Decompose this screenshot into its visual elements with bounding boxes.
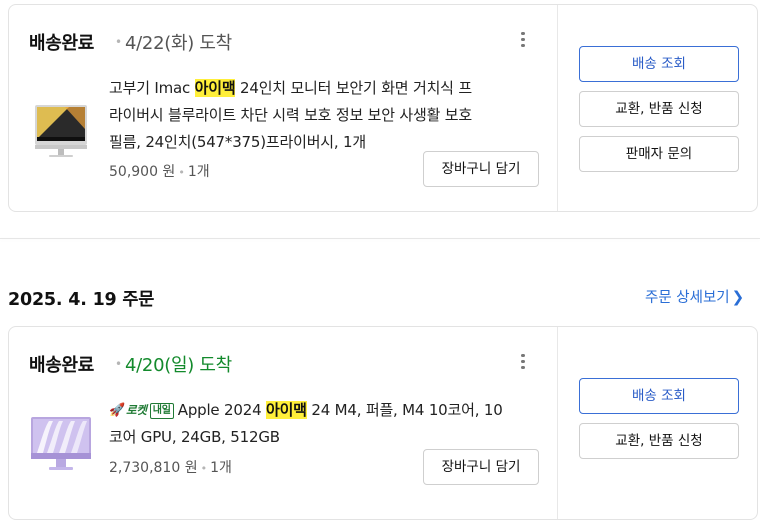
exchange-return-button[interactable]: 교환, 반품 신청 bbox=[579, 423, 739, 459]
separator-dot: • bbox=[115, 357, 123, 371]
delivery-status: 배송완료 bbox=[29, 355, 95, 376]
chevron-right-icon: ❯ bbox=[731, 288, 745, 306]
track-delivery-button[interactable]: 배송 조회 bbox=[579, 46, 739, 82]
product-thumbnail[interactable] bbox=[29, 413, 93, 477]
order-card: 배송완료 • 4/20(일) 도착 🚀 로켓 내일 Apple 2024 아이맥 24… bbox=[8, 326, 758, 520]
card-divider bbox=[557, 327, 558, 519]
add-to-cart-button[interactable]: 장바구니 담기 bbox=[423, 151, 539, 187]
rocket-icon: 🚀 bbox=[109, 403, 125, 418]
section-divider bbox=[0, 238, 760, 239]
rocket-delivery-badge: 🚀 로켓 내일 bbox=[109, 397, 174, 424]
order-detail-link[interactable]: 주문 상세보기 ❯ bbox=[645, 286, 744, 307]
arrival-date: 4/20(일) 도착 bbox=[125, 355, 232, 376]
product-title[interactable]: 고부기 Imac 아이맥 24인치 모니터 보안기 화면 거치식 프 라이버시 … bbox=[109, 75, 472, 156]
product-quantity: 1개 bbox=[187, 164, 210, 180]
order-card: 배송완료 • 4/22(화) 도착 고부기 Imac 아이맥 24인치 모니터 … bbox=[8, 4, 758, 212]
more-options-icon[interactable] bbox=[517, 351, 529, 375]
contact-seller-button[interactable]: 판매자 문의 bbox=[579, 136, 739, 172]
product-quantity: 1개 bbox=[210, 460, 232, 476]
more-options-icon[interactable] bbox=[517, 29, 529, 53]
add-to-cart-button[interactable]: 장바구니 담기 bbox=[423, 449, 539, 485]
price-quantity: 50,900 원 • 1개 bbox=[109, 164, 210, 180]
product-price: 2,730,810 원 bbox=[109, 460, 198, 476]
price-quantity: 2,730,810 원 • 1개 bbox=[109, 460, 232, 476]
card-divider bbox=[557, 5, 558, 211]
delivery-status: 배송완료 bbox=[29, 33, 95, 54]
order-date: 2025. 4. 19 주문 bbox=[8, 290, 155, 310]
separator-dot: • bbox=[115, 35, 123, 49]
arrival-date: 4/22(화) 도착 bbox=[125, 33, 232, 54]
track-delivery-button[interactable]: 배송 조회 bbox=[579, 378, 739, 414]
exchange-return-button[interactable]: 교환, 반품 신청 bbox=[579, 91, 739, 127]
product-title[interactable]: 🚀 로켓 내일 Apple 2024 아이맥 24 M4, 퍼플, M4 10코어, … bbox=[109, 397, 503, 451]
product-price: 50,900 원 bbox=[109, 164, 176, 180]
product-thumbnail[interactable] bbox=[29, 99, 93, 163]
